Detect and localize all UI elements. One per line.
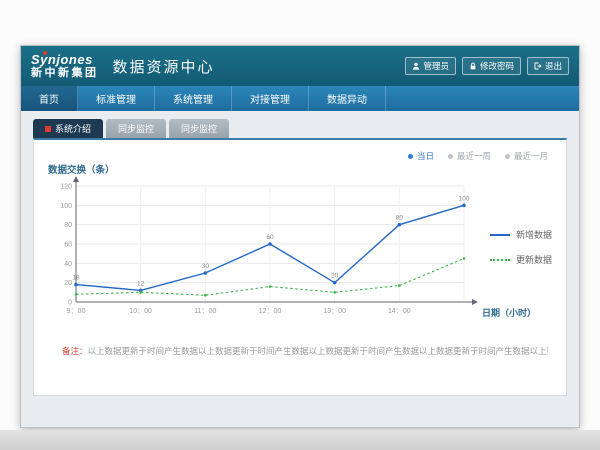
logo-red-dot-icon <box>43 51 47 55</box>
svg-text:80: 80 <box>64 222 72 229</box>
svg-text:13：00: 13：00 <box>323 308 346 315</box>
svg-text:80: 80 <box>396 215 404 222</box>
logout-button[interactable]: 退出 <box>527 57 569 75</box>
change-password-label: 修改密码 <box>480 60 514 72</box>
logout-icon <box>534 62 542 70</box>
lock-icon <box>469 62 477 70</box>
user-icon <box>412 62 420 70</box>
tab-sync-monitor-2[interactable]: 同步监控 <box>169 119 229 138</box>
logo-text: Synjones <box>31 53 99 67</box>
admin-user-button[interactable]: 管理员 <box>405 57 456 75</box>
filter-today[interactable]: 当日 <box>408 150 434 162</box>
tab-label: 系统介绍 <box>55 122 91 135</box>
svg-text:20: 20 <box>64 280 72 287</box>
app-window: Synjones 新中新集团 数据资源中心 管理员 修改密码 退出 首页 标准管… <box>20 45 580 428</box>
dot-icon <box>408 154 413 159</box>
filter-last-month[interactable]: 最近一月 <box>505 150 548 162</box>
tab-label: 同步监控 <box>118 122 154 135</box>
header-actions: 管理员 修改密码 退出 <box>405 57 569 75</box>
legend-item-update-data[interactable]: 更新数据 <box>490 253 552 266</box>
svg-text:9：00: 9：00 <box>67 308 86 315</box>
svg-text:100: 100 <box>459 195 470 202</box>
footnote-prefix: 备注： <box>62 346 88 356</box>
chart-panel: 当日 最近一周 最近一月 数据交换（条） 0204060801001209：00… <box>33 138 567 396</box>
app-header: Synjones 新中新集团 数据资源中心 管理员 修改密码 退出 <box>21 46 579 86</box>
svg-text:60: 60 <box>64 242 72 249</box>
svg-text:20: 20 <box>331 273 339 280</box>
filter-label: 当日 <box>417 150 434 162</box>
footnote-text: 以上数据更新于时间产生数据以上数据更新于时间产生数据以上数据更新于时间产生数据以… <box>88 346 548 356</box>
solid-line-icon <box>490 234 510 236</box>
nav-item-standard-mgmt[interactable]: 标准管理 <box>78 86 155 111</box>
series-legend: 新增数据 更新数据 <box>490 228 552 266</box>
change-password-button[interactable]: 修改密码 <box>462 57 521 75</box>
logo-subtitle: 新中新集团 <box>31 67 99 79</box>
svg-text:30: 30 <box>202 263 210 270</box>
svg-text:0: 0 <box>68 300 72 307</box>
series-label: 更新数据 <box>516 253 552 266</box>
filter-label: 最近一月 <box>514 150 548 162</box>
svg-text:100: 100 <box>60 203 72 210</box>
content-area: 系统介绍 同步监控 同步监控 当日 最近一周 <box>21 111 579 396</box>
tab-label: 同步监控 <box>181 122 217 135</box>
svg-text:40: 40 <box>64 261 72 268</box>
line-chart: 0 20 40 60 80 100 120 9：00 10：00 11：00 12：00 13：00 1… <box>50 174 480 326</box>
tab-bar: 系统介绍 同步监控 同步监控 <box>33 119 567 138</box>
tab-sync-monitor-1[interactable]: 同步监控 <box>106 119 166 138</box>
tab-red-grid-icon <box>45 126 51 132</box>
svg-text:12：00: 12：00 <box>259 308 282 315</box>
svg-text:10：00: 10：00 <box>129 308 152 315</box>
series-label: 新增数据 <box>516 228 552 241</box>
nav-item-data-change[interactable]: 数据异动 <box>309 86 386 111</box>
svg-text:120: 120 <box>60 184 72 191</box>
logout-label: 退出 <box>545 60 562 72</box>
admin-user-label: 管理员 <box>423 60 449 72</box>
nav-item-connect-mgmt[interactable]: 对接管理 <box>232 86 309 111</box>
svg-text:18: 18 <box>72 275 80 282</box>
legend-item-new-data[interactable]: 新增数据 <box>490 228 552 241</box>
svg-text:60: 60 <box>266 234 274 241</box>
range-filters: 当日 最近一周 最近一月 <box>408 150 548 162</box>
dot-icon <box>448 154 453 159</box>
nav-item-home[interactable]: 首页 <box>21 86 78 111</box>
page-title: 数据资源中心 <box>113 56 215 77</box>
x-axis-title: 日期（小时） <box>482 306 536 319</box>
page-background-strip <box>0 430 600 450</box>
dot-icon <box>505 154 510 159</box>
svg-text:12: 12 <box>137 280 145 287</box>
dashed-line-icon <box>490 259 510 261</box>
svg-text:14：00: 14：00 <box>388 308 411 315</box>
nav-item-system-mgmt[interactable]: 系统管理 <box>155 86 232 111</box>
logo-en-label: Synjones <box>31 52 93 67</box>
filter-label: 最近一周 <box>457 150 491 162</box>
main-nav: 首页 标准管理 系统管理 对接管理 数据异动 <box>21 86 579 111</box>
svg-text:11：00: 11：00 <box>194 308 216 315</box>
tab-system-intro[interactable]: 系统介绍 <box>33 119 103 138</box>
logo: Synjones 新中新集团 <box>31 53 99 79</box>
filter-last-week[interactable]: 最近一周 <box>448 150 491 162</box>
footnote: 备注：以上数据更新于时间产生数据以上数据更新于时间产生数据以上数据更新于时间产生… <box>62 345 548 357</box>
